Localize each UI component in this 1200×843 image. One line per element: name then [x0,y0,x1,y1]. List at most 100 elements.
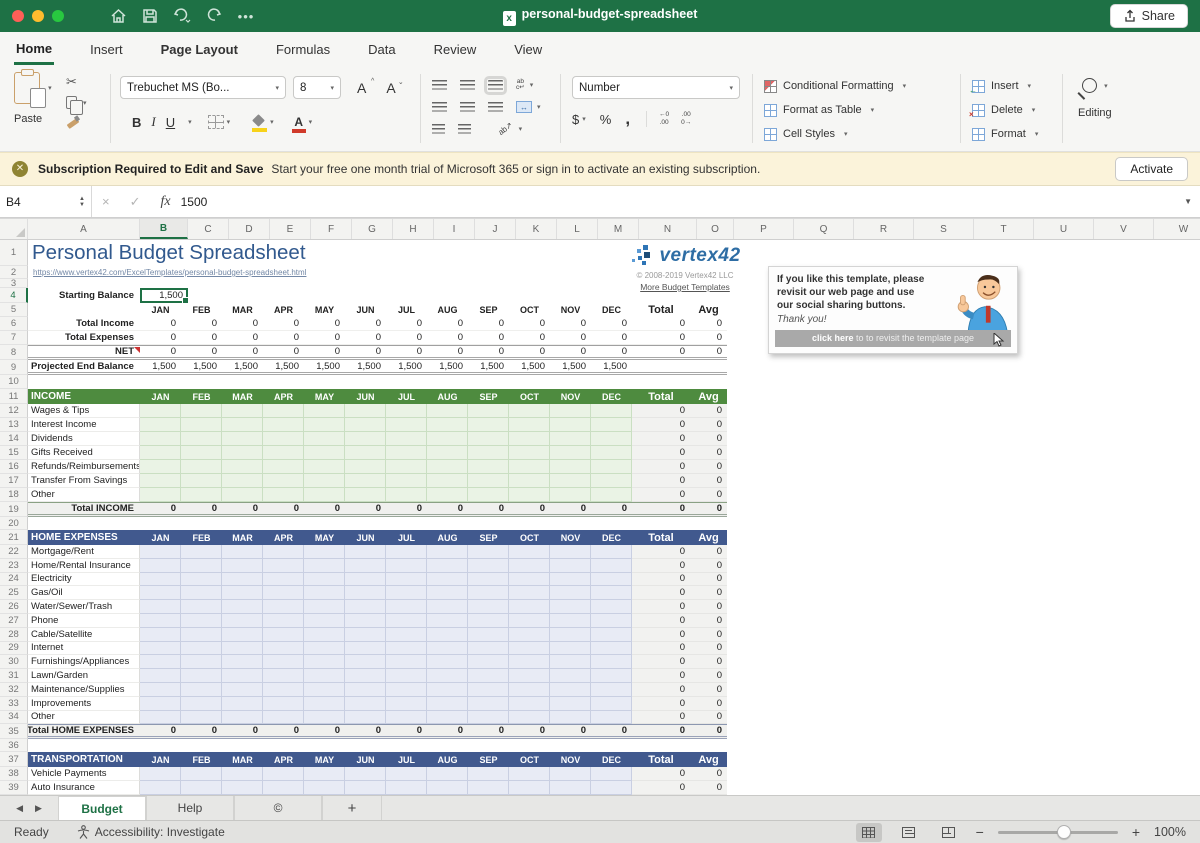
data-cell[interactable]: 1,500 [386,360,427,375]
input-cell[interactable] [140,683,181,697]
input-cell[interactable] [263,600,304,614]
ribbon-insert-cells-button[interactable]: ←Insert▾ [972,74,1038,98]
input-cell[interactable] [468,573,509,587]
input-cell[interactable] [550,628,591,642]
row-header-12[interactable]: 12 [0,404,28,418]
borders-icon[interactable] [208,115,224,129]
total-cell[interactable]: 0 [632,655,690,669]
input-cell[interactable] [345,573,386,587]
input-cell[interactable] [345,586,386,600]
avg-cell[interactable]: 0 [690,697,727,711]
column-header-A[interactable]: A [28,219,140,239]
data-cell[interactable]: 1,500 [181,360,222,375]
cell[interactable] [28,303,140,317]
input-cell[interactable] [509,697,550,711]
data-cell[interactable]: 1,500 [304,360,345,375]
data-cell[interactable]: 1,500 [550,360,591,375]
cell[interactable] [28,517,734,530]
input-cell[interactable] [550,545,591,559]
data-cell[interactable]: 1,500 [263,360,304,375]
input-cell[interactable] [386,404,427,418]
column-header-H[interactable]: H [393,219,434,239]
total-cell[interactable]: 0 [632,559,690,573]
add-sheet-button[interactable]: + [322,796,382,821]
input-cell[interactable] [468,559,509,573]
input-cell[interactable] [550,614,591,628]
data-cell[interactable]: 0 [509,345,550,360]
data-cell[interactable]: 0 [550,331,591,345]
comma-format-button[interactable]: , [625,114,630,124]
tab-formulas[interactable]: Formulas [274,35,332,63]
formula-input[interactable]: 1500 [181,195,208,209]
close-window-button[interactable] [12,10,24,22]
input-cell[interactable] [550,404,591,418]
zoom-out-button[interactable]: − [976,824,984,840]
input-cell[interactable] [263,404,304,418]
input-cell[interactable] [509,418,550,432]
input-cell[interactable] [304,683,345,697]
input-cell[interactable] [468,711,509,725]
total-month-cell[interactable]: 0 [591,502,632,517]
input-cell[interactable] [345,418,386,432]
input-cell[interactable] [181,545,222,559]
chevron-down-icon[interactable]: ▾ [188,118,192,126]
activate-button[interactable]: Activate [1115,157,1188,181]
prev-sheet-arrow[interactable]: ◀ [16,803,23,814]
input-cell[interactable] [468,432,509,446]
total-month-cell[interactable]: 0 [427,724,468,739]
data-cell[interactable]: 0 [181,345,222,360]
data-cell[interactable]: 1,500 [140,360,181,375]
input-cell[interactable] [263,573,304,587]
column-header-F[interactable]: F [311,219,352,239]
input-cell[interactable] [181,432,222,446]
input-cell[interactable] [386,781,427,795]
input-cell[interactable] [427,404,468,418]
input-cell[interactable] [345,488,386,502]
input-cell[interactable] [509,488,550,502]
input-cell[interactable] [591,642,632,656]
decrease-decimal-button[interactable]: .000→ [681,112,691,126]
input-cell[interactable] [140,559,181,573]
input-cell[interactable] [140,418,181,432]
chevron-down-icon[interactable]: ▾ [519,125,523,133]
input-cell[interactable] [345,614,386,628]
input-cell[interactable] [509,600,550,614]
data-cell[interactable]: 1,500 [509,360,550,375]
data-cell[interactable]: 0 [263,331,304,345]
input-cell[interactable] [550,642,591,656]
total-cell[interactable]: 0 [632,586,690,600]
input-cell[interactable] [222,711,263,725]
avg-cell[interactable] [690,360,727,375]
input-cell[interactable] [468,669,509,683]
more-icon[interactable]: ••• [233,5,259,27]
input-cell[interactable] [345,642,386,656]
input-cell[interactable] [181,642,222,656]
avg-cell[interactable]: 0 [690,586,727,600]
input-cell[interactable] [427,669,468,683]
input-cell[interactable] [140,642,181,656]
column-header-W[interactable]: W [1154,219,1200,239]
total-cell[interactable]: 0 [632,669,690,683]
input-cell[interactable] [468,697,509,711]
input-cell[interactable] [181,488,222,502]
input-cell[interactable] [140,600,181,614]
zoom-slider[interactable] [998,831,1118,834]
input-cell[interactable] [181,669,222,683]
total-cell[interactable]: 0 [632,697,690,711]
percent-format-button[interactable]: % [600,112,612,127]
row-header-27[interactable]: 27 [0,614,28,628]
align-middle-icon[interactable] [460,80,475,91]
total-month-cell[interactable]: 0 [181,724,222,739]
input-cell[interactable] [304,711,345,725]
input-cell[interactable] [427,432,468,446]
avg-cell[interactable]: 0 [690,545,727,559]
cell[interactable] [28,375,734,389]
row-header-14[interactable]: 14 [0,432,28,446]
input-cell[interactable] [222,697,263,711]
avg-cell[interactable]: 0 [690,559,727,573]
format-painter-icon[interactable] [66,115,79,128]
data-cell[interactable]: 1,500 [345,360,386,375]
sheet-tab-[interactable]: © [234,796,322,821]
total-month-cell[interactable]: 0 [345,502,386,517]
input-cell[interactable] [345,669,386,683]
